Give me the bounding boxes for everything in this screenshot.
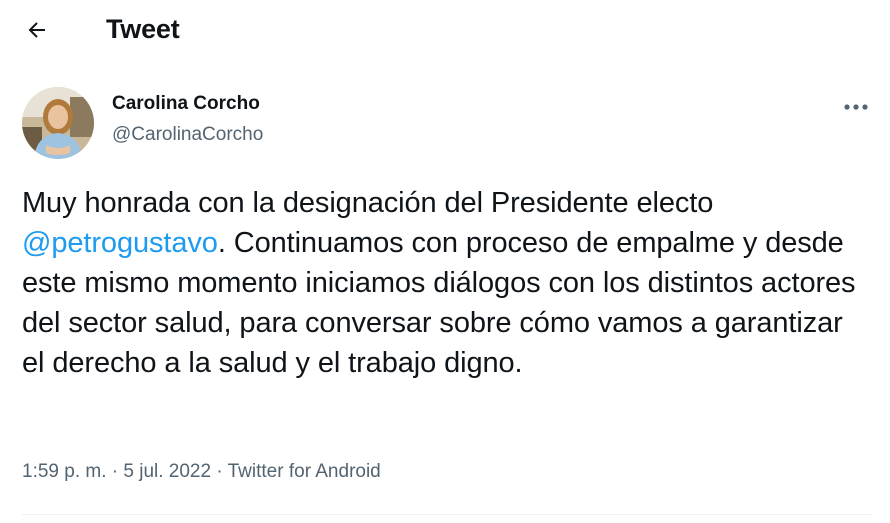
avatar-photo [22, 87, 94, 159]
more-horizontal-icon [844, 104, 868, 110]
tweet-time[interactable]: 1:59 p. m. [22, 461, 107, 482]
author-handle[interactable]: @CarolinaCorcho [112, 124, 263, 146]
author-name[interactable]: Carolina Corcho [112, 93, 260, 115]
mention-link[interactable]: @petrogustavo [22, 227, 218, 259]
tweet-metadata: 1:59 p. m. · 5 jul. 2022 · Twitter for A… [22, 461, 381, 483]
page-title: Tweet [106, 14, 180, 44]
arrow-left-icon [28, 22, 45, 38]
more-options-button[interactable] [836, 92, 876, 122]
tweet-date[interactable]: 5 jul. 2022 [123, 461, 211, 482]
tweet-text-part: Muy honrada con la designación del Presi… [22, 187, 714, 219]
top-bar: Tweet [0, 0, 890, 60]
meta-separator: · [211, 461, 228, 482]
back-button[interactable] [18, 12, 56, 48]
tweet-text: Muy honrada con la designación del Presi… [22, 183, 872, 383]
tweet-source[interactable]: Twitter for Android [228, 461, 381, 482]
tweet-page: Tweet Carolina Corcho @CarolinaCorcho Mu… [0, 0, 890, 523]
avatar[interactable] [22, 87, 94, 159]
divider [22, 514, 872, 515]
meta-separator: · [106, 461, 124, 482]
